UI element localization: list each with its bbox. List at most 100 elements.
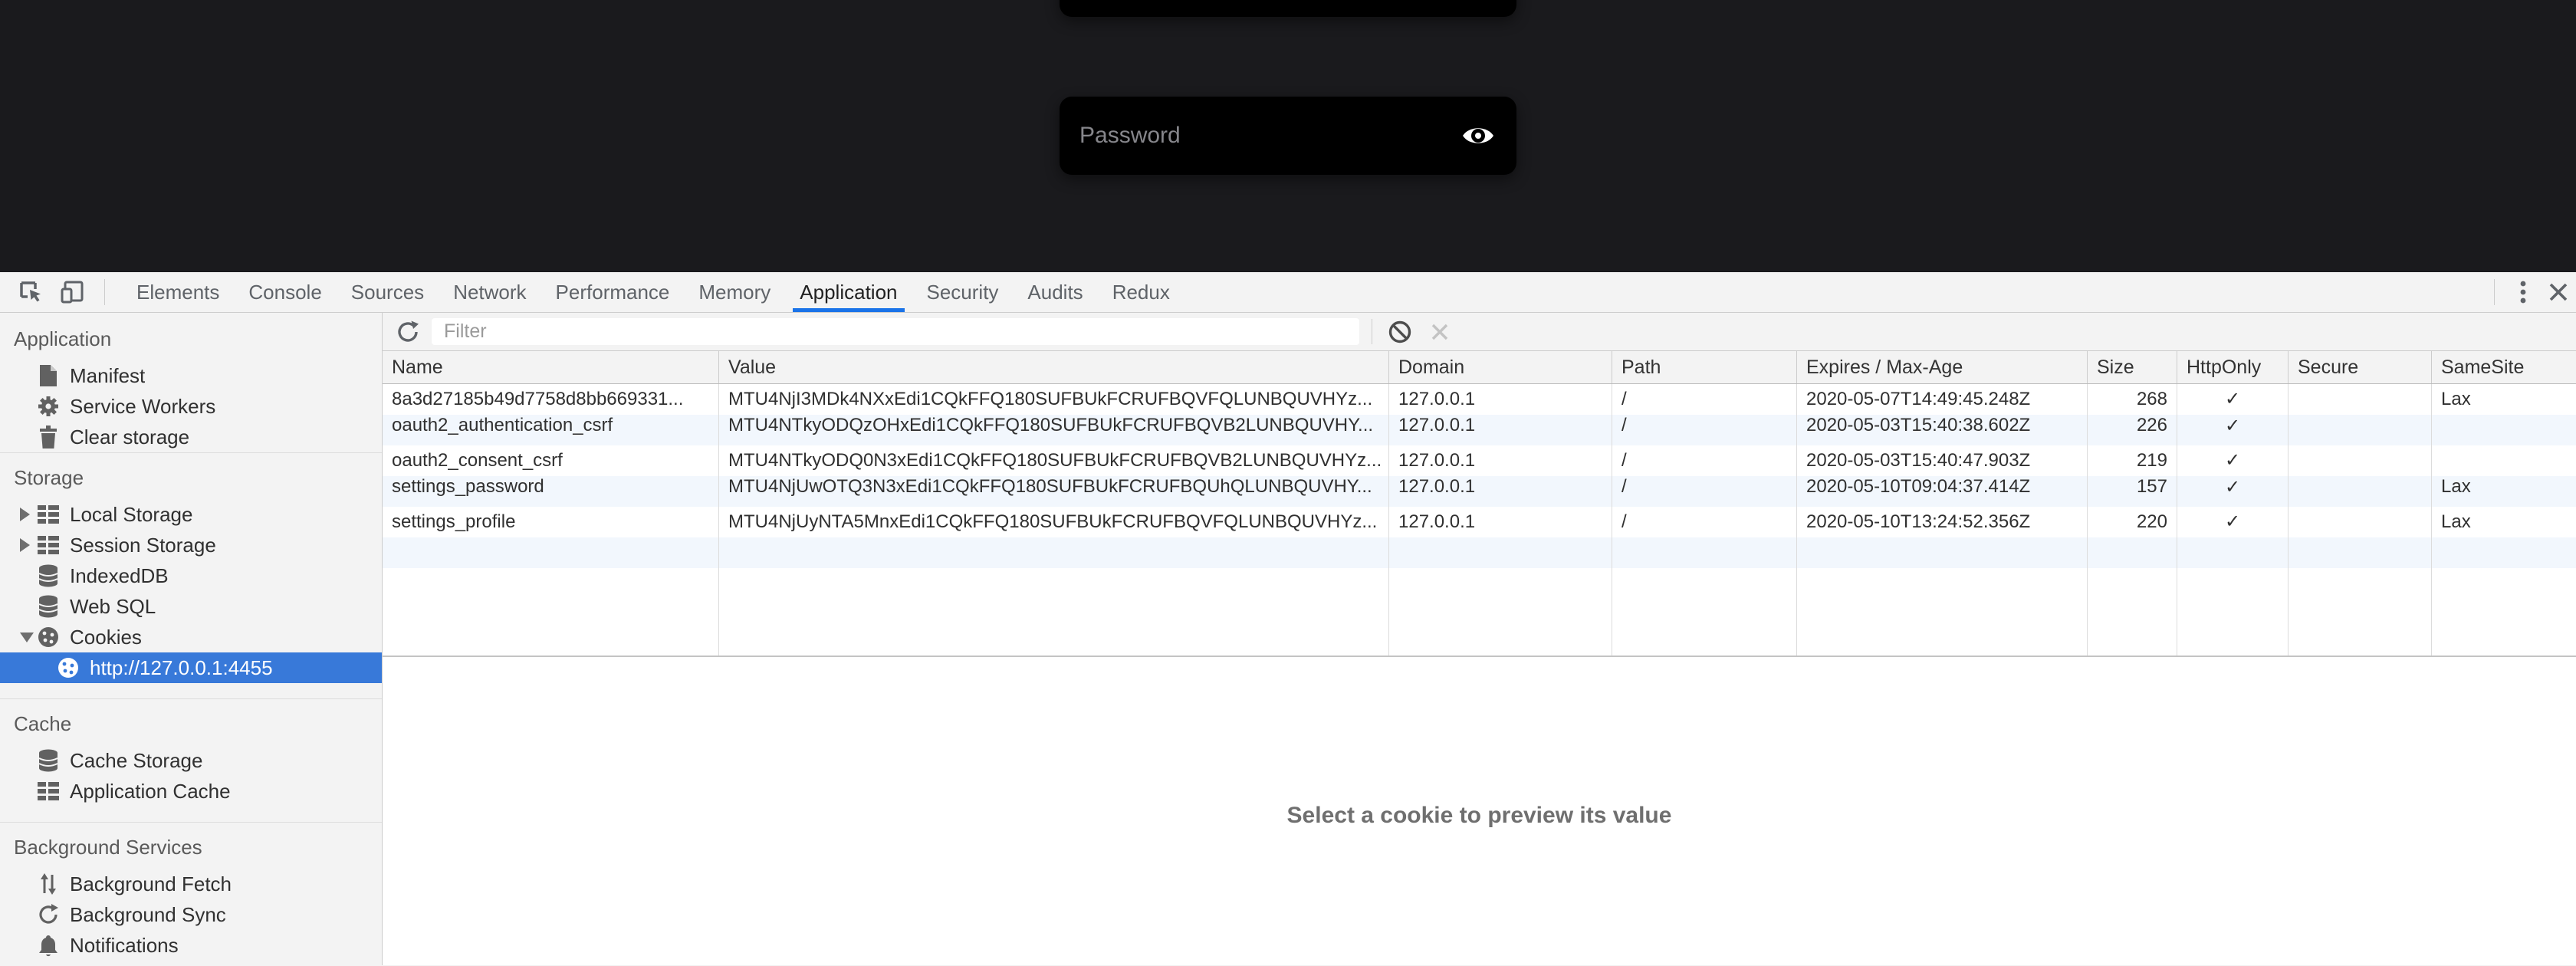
cookie-path-cell[interactable]: / xyxy=(1612,476,1797,507)
cookie-samesite-cell[interactable] xyxy=(2432,415,2576,445)
tab-sources[interactable]: Sources xyxy=(337,272,439,312)
cookie-size-cell[interactable]: 268 xyxy=(2088,384,2177,415)
cookie-samesite-cell[interactable]: Lax xyxy=(2432,507,2576,537)
cookie-httponly-cell[interactable]: ✓ xyxy=(2177,384,2288,415)
cookie-domain-cell[interactable]: 127.0.0.1 xyxy=(1389,415,1612,445)
sidebar-item-cookie-origin[interactable]: http://127.0.0.1:4455 xyxy=(0,652,382,683)
cookie-row[interactable]: oauth2_authentication_csrf MTU4NTkyODQzO… xyxy=(383,415,2576,445)
cookie-row[interactable]: 8a3d27185b49d7758d8bb669331... MTU4NjI3M… xyxy=(383,384,2576,415)
sidebar-item-background-sync[interactable]: Background Sync xyxy=(0,899,382,930)
filter-input[interactable] xyxy=(432,318,1359,345)
tab-console[interactable]: Console xyxy=(234,272,336,312)
tab-audits[interactable]: Audits xyxy=(1013,272,1097,312)
cookie-preview-pane: Select a cookie to preview its value xyxy=(383,657,2576,965)
cookie-value-cell[interactable]: MTU4NjUwOTQ3N3xEdi1CQkFFQ180SUFBUkFCRUFB… xyxy=(719,476,1389,507)
cookie-row[interactable]: oauth2_consent_csrf MTU4NTkyODQ0N3xEdi1C… xyxy=(383,445,2576,476)
sidebar-item-local-storage[interactable]: Local Storage xyxy=(0,499,382,530)
cookie-domain-cell[interactable]: 127.0.0.1 xyxy=(1389,445,1612,476)
empty-cell xyxy=(1797,537,2088,568)
sidebar-item-application-cache[interactable]: Application Cache xyxy=(0,776,382,807)
cookie-name-cell[interactable]: oauth2_authentication_csrf xyxy=(383,415,719,445)
sidebar-item-web-sql[interactable]: Web SQL xyxy=(0,591,382,622)
tab-network[interactable]: Network xyxy=(439,272,540,312)
tab-security[interactable]: Security xyxy=(912,272,1014,312)
column-header-path[interactable]: Path xyxy=(1612,351,1797,383)
cookie-value-cell[interactable]: MTU4NTkyODQzOHxEdi1CQkFFQ180SUFBUkFCRUFB… xyxy=(719,415,1389,445)
cookie-name-cell[interactable]: settings_profile xyxy=(383,507,719,537)
cookie-size-cell[interactable]: 219 xyxy=(2088,445,2177,476)
cookie-size-cell[interactable]: 220 xyxy=(2088,507,2177,537)
column-header-samesite[interactable]: SameSite xyxy=(2432,351,2576,383)
cookie-expires-cell[interactable]: 2020-05-03T15:40:47.903Z xyxy=(1797,445,2088,476)
cookie-row[interactable]: settings_password MTU4NjUwOTQ3N3xEdi1CQk… xyxy=(383,476,2576,507)
password-visibility-toggle[interactable] xyxy=(1460,120,1497,151)
cookie-secure-cell[interactable] xyxy=(2288,507,2432,537)
cookie-secure-cell[interactable] xyxy=(2288,476,2432,507)
cookie-secure-cell[interactable] xyxy=(2288,415,2432,445)
cookie-name-cell[interactable]: oauth2_consent_csrf xyxy=(383,445,719,476)
cookie-row[interactable]: settings_profile MTU4NjUyNTA5MnxEdi1CQkF… xyxy=(383,507,2576,537)
password-input[interactable] xyxy=(1060,97,1460,175)
cookie-httponly-cell[interactable]: ✓ xyxy=(2177,445,2288,476)
clear-all-cookies-button[interactable] xyxy=(1385,317,1414,347)
cookie-domain-cell[interactable]: 127.0.0.1 xyxy=(1389,384,1612,415)
cookie-path-cell[interactable]: / xyxy=(1612,507,1797,537)
sidebar-section-title: Application xyxy=(0,324,382,354)
refresh-button[interactable] xyxy=(393,317,422,347)
sidebar-item-service-workers[interactable]: Service Workers xyxy=(0,391,382,422)
column-header-expires[interactable]: Expires / Max-Age xyxy=(1797,351,2088,383)
empty-cell xyxy=(2432,568,2576,656)
devtools-close-button[interactable] xyxy=(2541,274,2576,310)
cookie-domain-cell[interactable]: 127.0.0.1 xyxy=(1389,476,1612,507)
sidebar-item-indexeddb[interactable]: IndexedDB xyxy=(0,560,382,591)
devtools-panel: Elements Console Sources Network Perform… xyxy=(0,272,2576,966)
cookie-value-cell[interactable]: MTU4NjUyNTA5MnxEdi1CQkFFQ180SUFBUkFCRUFB… xyxy=(719,507,1389,537)
cookie-samesite-cell[interactable]: Lax xyxy=(2432,476,2576,507)
cookie-samesite-cell[interactable] xyxy=(2432,445,2576,476)
column-header-httponly[interactable]: HttpOnly xyxy=(2177,351,2288,383)
cookie-httponly-cell[interactable]: ✓ xyxy=(2177,476,2288,507)
cookie-value-cell[interactable]: MTU4NTkyODQ0N3xEdi1CQkFFQ180SUFBUkFCRUFB… xyxy=(719,445,1389,476)
tab-application[interactable]: Application xyxy=(785,272,912,312)
cookie-name-cell[interactable]: 8a3d27185b49d7758d8bb669331... xyxy=(383,384,719,415)
username-field-partial[interactable] xyxy=(1060,0,1516,17)
cookie-name-cell[interactable]: settings_password xyxy=(383,476,719,507)
cookie-expires-cell[interactable]: 2020-05-10T13:24:52.356Z xyxy=(1797,507,2088,537)
cookie-httponly-cell[interactable]: ✓ xyxy=(2177,415,2288,445)
column-header-secure[interactable]: Secure xyxy=(2288,351,2432,383)
toggle-device-toolbar-button[interactable] xyxy=(57,277,87,307)
column-header-name[interactable]: Name xyxy=(383,351,719,383)
cookie-samesite-cell[interactable]: Lax xyxy=(2432,384,2576,415)
cookie-path-cell[interactable]: / xyxy=(1612,415,1797,445)
cookie-path-cell[interactable]: / xyxy=(1612,384,1797,415)
cookie-value-cell[interactable]: MTU4NjI3MDk4NXxEdi1CQkFFQ180SUFBUkFCRUFB… xyxy=(719,384,1389,415)
devtools-menu-button[interactable] xyxy=(2505,274,2541,310)
cookie-httponly-cell[interactable]: ✓ xyxy=(2177,507,2288,537)
sidebar-item-notifications[interactable]: Notifications xyxy=(0,930,382,961)
column-header-size[interactable]: Size xyxy=(2088,351,2177,383)
sidebar-item-background-fetch[interactable]: Background Fetch xyxy=(0,869,382,899)
tab-memory[interactable]: Memory xyxy=(684,272,785,312)
cookie-secure-cell[interactable] xyxy=(2288,384,2432,415)
sidebar-item-session-storage[interactable]: Session Storage xyxy=(0,530,382,560)
sidebar-item-manifest[interactable]: Manifest xyxy=(0,360,382,391)
cookie-expires-cell[interactable]: 2020-05-07T14:49:45.248Z xyxy=(1797,384,2088,415)
column-header-value[interactable]: Value xyxy=(719,351,1389,383)
cookie-path-cell[interactable]: / xyxy=(1612,445,1797,476)
tab-redux[interactable]: Redux xyxy=(1098,272,1184,312)
cookie-secure-cell[interactable] xyxy=(2288,445,2432,476)
cookie-size-cell[interactable]: 226 xyxy=(2088,415,2177,445)
tab-performance[interactable]: Performance xyxy=(541,272,685,312)
sidebar-item-cookies[interactable]: Cookies xyxy=(0,622,382,652)
cookie-size-cell[interactable]: 157 xyxy=(2088,476,2177,507)
cookie-domain-cell[interactable]: 127.0.0.1 xyxy=(1389,507,1612,537)
column-header-domain[interactable]: Domain xyxy=(1389,351,1612,383)
sync-icon xyxy=(37,903,60,926)
cookie-expires-cell[interactable]: 2020-05-10T09:04:37.414Z xyxy=(1797,476,2088,507)
delete-selected-button[interactable] xyxy=(1425,317,1454,347)
sidebar-item-cache-storage[interactable]: Cache Storage xyxy=(0,745,382,776)
tab-elements[interactable]: Elements xyxy=(122,272,234,312)
cookie-expires-cell[interactable]: 2020-05-03T15:40:38.602Z xyxy=(1797,415,2088,445)
sidebar-item-clear-storage[interactable]: Clear storage xyxy=(0,422,382,452)
inspect-element-button[interactable] xyxy=(15,277,46,307)
